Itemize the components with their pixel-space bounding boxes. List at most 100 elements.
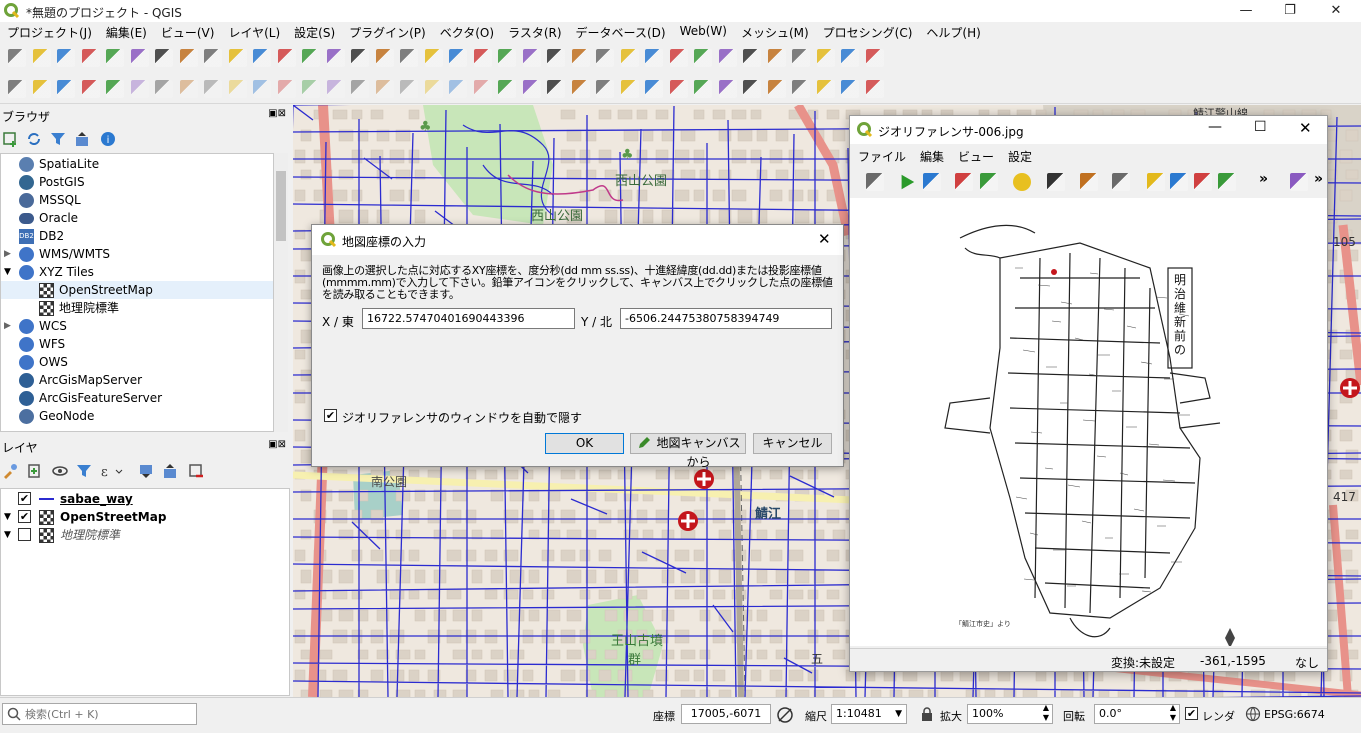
toolbar-button-icon[interactable]	[179, 80, 198, 98]
georef-toolbar-button-icon[interactable]	[901, 174, 915, 190]
georef-close-button[interactable]: ✕	[1299, 119, 1312, 137]
remove-layer-icon[interactable]	[188, 463, 204, 479]
collapse-arrow-icon[interactable]: ▶	[4, 317, 11, 335]
browser-item[interactable]: WFS	[1, 335, 273, 353]
toolbar-button-icon[interactable]	[228, 49, 247, 67]
info-icon[interactable]: i	[100, 131, 116, 147]
georef-toolbar-overflow-2[interactable]: »	[1314, 171, 1323, 187]
collapse-arrow-icon[interactable]: ▶	[4, 245, 11, 263]
browser-item[interactable]: OpenStreetMap	[1, 281, 273, 299]
toolbar-button-icon[interactable]	[155, 49, 173, 67]
restore-button[interactable]: ❐	[1267, 0, 1313, 22]
toolbar-button-icon[interactable]	[816, 80, 835, 98]
layer-item[interactable]: ▼ ✔ OpenStreetMap	[1, 508, 289, 526]
georef-toolbar-button-icon[interactable]	[980, 173, 998, 191]
toolbar-button-icon[interactable]	[253, 80, 271, 98]
toolbar-button-icon[interactable]	[547, 49, 565, 67]
georef-toolbar-button-icon[interactable]	[923, 173, 941, 191]
add-group-icon[interactable]	[26, 463, 42, 479]
toolbar-button-icon[interactable]	[130, 49, 149, 67]
toolbar-button-icon[interactable]	[228, 80, 247, 98]
menu-item[interactable]: メッシュ(M)	[734, 22, 816, 42]
georef-toolbar-button-icon[interactable]	[1047, 173, 1065, 191]
georef-toolbar-overflow[interactable]: »	[1259, 171, 1268, 187]
toolbar-button-icon[interactable]	[620, 49, 639, 67]
toolbar-button-icon[interactable]	[473, 49, 492, 67]
menu-item[interactable]: プロセシング(C)	[816, 22, 920, 42]
toolbar-button-icon[interactable]	[32, 49, 51, 67]
toolbar-button-icon[interactable]	[645, 80, 663, 98]
filter-icon[interactable]	[50, 131, 66, 147]
toolbar-button-icon[interactable]	[179, 49, 198, 67]
georef-minimize-button[interactable]: —	[1208, 119, 1222, 135]
toolbar-button-icon[interactable]	[81, 80, 100, 98]
toolbar-button-icon[interactable]	[718, 80, 737, 98]
layer-visibility-checkbox[interactable]: ✔	[18, 492, 31, 505]
georef-menu-item[interactable]: 設定	[1000, 145, 1038, 165]
menu-item[interactable]: ビュー(V)	[154, 22, 222, 42]
browser-item[interactable]: ▼ XYZ Tiles	[1, 263, 273, 281]
georef-maximize-button[interactable]: ☐	[1254, 119, 1267, 135]
toolbar-button-icon[interactable]	[130, 80, 149, 98]
layer-visibility-checkbox[interactable]	[18, 528, 31, 541]
browser-item[interactable]: SpatiaLite	[1, 155, 273, 173]
georef-toolbar-button-icon[interactable]	[866, 173, 884, 191]
georef-toolbar-button-icon[interactable]	[1147, 173, 1165, 191]
toolbar-button-icon[interactable]	[302, 80, 320, 98]
collapse-all-icon[interactable]	[74, 131, 90, 147]
toolbar-button-icon[interactable]	[571, 49, 590, 67]
toolbar-button-icon[interactable]	[351, 80, 369, 98]
toolbar-button-icon[interactable]	[498, 49, 516, 67]
filter-legend-icon[interactable]	[76, 463, 92, 479]
toolbar-button-icon[interactable]	[571, 80, 590, 98]
add-selected-layers-icon[interactable]	[2, 131, 18, 147]
y-north-input[interactable]	[620, 308, 832, 329]
menu-item[interactable]: プラグイン(P)	[342, 22, 433, 42]
toolbar-button-icon[interactable]	[375, 49, 394, 67]
toolbar-button-icon[interactable]	[57, 80, 75, 98]
toolbar-button-icon[interactable]	[620, 80, 639, 98]
toolbar-button-icon[interactable]	[400, 80, 418, 98]
toolbar-button-icon[interactable]	[841, 80, 859, 98]
toolbar-button-icon[interactable]	[375, 80, 394, 98]
toolbar-button-icon[interactable]	[669, 49, 688, 67]
toolbar-button-icon[interactable]	[32, 80, 51, 98]
browser-scroll-thumb[interactable]	[276, 171, 286, 241]
lock-icon[interactable]	[920, 706, 934, 722]
toolbar-button-icon[interactable]	[816, 49, 835, 67]
toolbar-button-icon[interactable]	[400, 49, 418, 67]
menu-item[interactable]: ヘルプ(H)	[919, 22, 987, 42]
georef-toolbar-button-icon[interactable]	[1194, 173, 1212, 191]
toolbar-button-icon[interactable]	[767, 80, 786, 98]
expand-all-icon[interactable]	[138, 463, 154, 479]
toolbar-button-icon[interactable]	[81, 49, 100, 67]
browser-item[interactable]: ArcGisFeatureServer	[1, 389, 273, 407]
toolbar-button-icon[interactable]	[547, 80, 565, 98]
toolbar-button-icon[interactable]	[792, 49, 810, 67]
toolbar-button-icon[interactable]	[204, 80, 222, 98]
panel-float-close-icons[interactable]: ▣⊠	[268, 108, 286, 119]
toolbar-button-icon[interactable]	[596, 49, 614, 67]
toolbar-button-icon[interactable]	[767, 49, 786, 67]
toolbar-button-icon[interactable]	[792, 80, 810, 98]
filter-expression-icon[interactable]: ε	[100, 463, 124, 479]
toolbar-button-icon[interactable]	[155, 80, 173, 98]
toolbar-button-icon[interactable]	[865, 80, 884, 98]
toolbar-button-icon[interactable]	[302, 49, 320, 67]
menu-item[interactable]: レイヤ(L)	[221, 22, 287, 42]
toolbar-button-icon[interactable]	[106, 49, 124, 67]
toolbar-button-icon[interactable]	[277, 49, 296, 67]
toolbar-button-icon[interactable]	[694, 80, 712, 98]
layer-item[interactable]: ✔ sabae_way	[1, 490, 289, 508]
expand-arrow-icon[interactable]: ▼	[4, 508, 11, 526]
toolbar-button-icon[interactable]	[204, 49, 222, 67]
georef-menu-item[interactable]: ファイル	[850, 145, 912, 165]
toolbar-button-icon[interactable]	[841, 49, 859, 67]
toolbar-button-icon[interactable]	[8, 49, 26, 67]
toolbar-button-icon[interactable]	[743, 80, 761, 98]
toolbar-button-icon[interactable]	[865, 49, 884, 67]
menu-item[interactable]: ラスタ(R)	[501, 22, 568, 42]
toolbar-button-icon[interactable]	[449, 49, 467, 67]
crs-globe-icon[interactable]	[1245, 706, 1261, 722]
menu-item[interactable]: Web(W)	[673, 22, 734, 42]
